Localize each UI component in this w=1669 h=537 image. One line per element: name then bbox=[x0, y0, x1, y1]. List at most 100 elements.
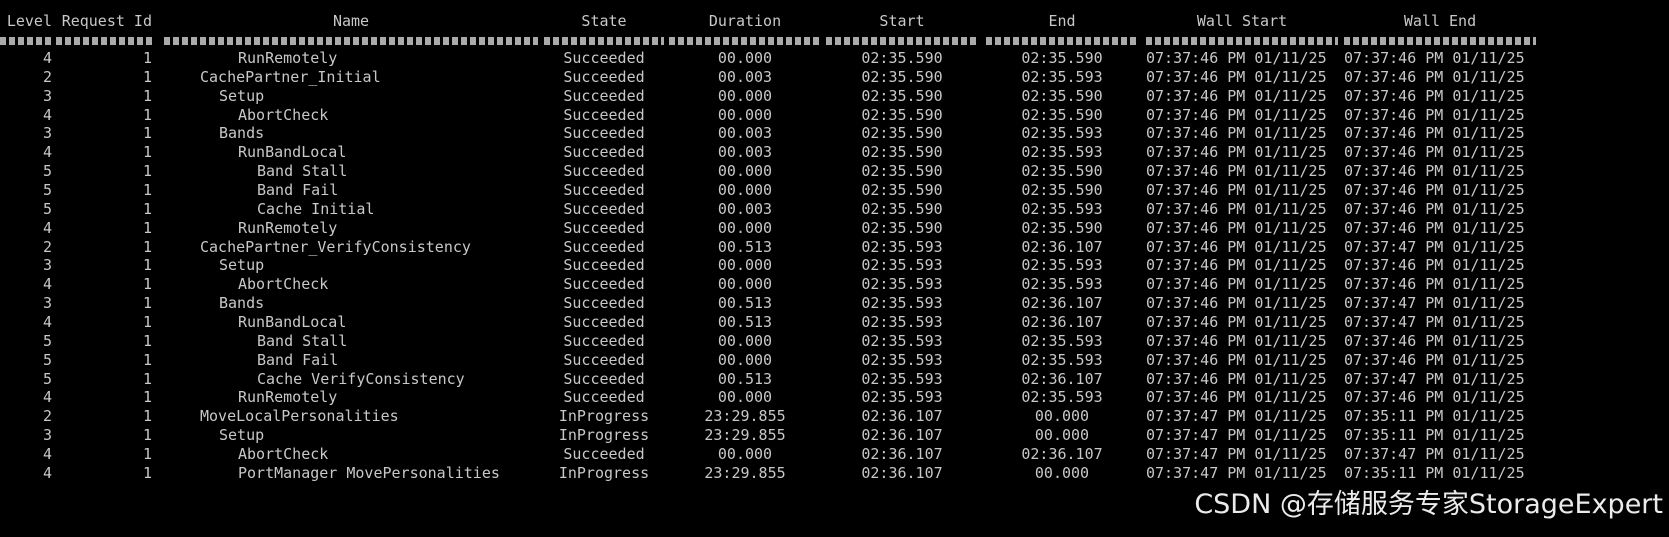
cell-state: Succeeded bbox=[563, 105, 645, 124]
table-row[interactable]: 4 1 RunRemotely Succeeded 00.000 02:35.590 02:… bbox=[0, 48, 1669, 68]
cell-name: CachePartner_VerifyConsistency bbox=[200, 237, 471, 256]
cell-wall-start: 07:37:46 PM 01/11/25 bbox=[1146, 294, 1327, 313]
cell-start: 02:35.593 bbox=[861, 331, 943, 350]
table-row[interactable]: 2 1 CachePartner_Initial Succeeded 00.003 02:… bbox=[0, 67, 1669, 87]
terminal-window[interactable]: Level Request Id Name State Duration Start End… bbox=[0, 0, 1669, 537]
cell-state: Succeeded bbox=[563, 444, 645, 463]
cell-duration: 00.003 bbox=[717, 199, 773, 218]
column-header-name: Name bbox=[332, 12, 370, 30]
cell-level: 2 bbox=[42, 237, 52, 256]
cell-level: 2 bbox=[42, 67, 52, 86]
cell-start: 02:35.590 bbox=[861, 67, 943, 86]
cell-end: 02:35.593 bbox=[1021, 256, 1103, 275]
cell-level: 4 bbox=[42, 49, 52, 67]
table-row[interactable]: 4 1 AbortCheck Succeeded 00.000 02:35.593 02:3… bbox=[0, 274, 1669, 294]
cell-name: PortManager MovePersonalities bbox=[238, 463, 500, 482]
cell-name: Band Fail bbox=[257, 181, 339, 199]
cell-wall-start: 07:37:46 PM 01/11/25 bbox=[1146, 86, 1327, 105]
cell-request-id: 1 bbox=[142, 105, 152, 124]
cell-duration: 00.000 bbox=[717, 444, 773, 463]
table-row[interactable]: 5 1 Cache Initial Succeeded 00.003 02:35.590 0… bbox=[0, 199, 1669, 219]
table-header: Level Request Id Name State Duration Start End… bbox=[0, 11, 1669, 31]
cell-state: Succeeded bbox=[563, 350, 645, 369]
cell-level: 4 bbox=[42, 463, 52, 482]
column-header-request-id: Request Id bbox=[61, 12, 152, 30]
cell-wall-start: 07:37:47 PM 01/11/25 bbox=[1146, 463, 1327, 482]
cell-name: Band Stall bbox=[257, 331, 348, 350]
table-row[interactable]: 4 1 RunBandLocal Succeeded 00.003 02:35.590 02… bbox=[0, 142, 1669, 162]
table-row[interactable]: 3 1 Setup InProgress 23:29.855 02:36.107 00.00… bbox=[0, 425, 1669, 445]
table-row[interactable]: 2 1 CachePartner_VerifyConsistency Succeede… bbox=[0, 237, 1669, 257]
cell-name: RunBandLocal bbox=[238, 312, 347, 331]
table-row[interactable]: 4 1 PortManager MovePersonalities InProgres… bbox=[0, 463, 1669, 483]
cell-end: 02:36.107 bbox=[1021, 369, 1103, 388]
cell-duration: 00.000 bbox=[717, 49, 773, 67]
table-row[interactable]: 5 1 Band Fail Succeeded 00.000 02:35.593 02:35… bbox=[0, 350, 1669, 370]
cell-level: 5 bbox=[42, 199, 52, 218]
table-row[interactable]: 3 1 Bands Succeeded 00.513 02:35.593 02:36.107… bbox=[0, 293, 1669, 313]
cell-name: RunBandLocal bbox=[238, 143, 347, 162]
table-row[interactable]: 5 1 Band Fail Succeeded 00.000 02:35.590 02:35… bbox=[0, 180, 1669, 200]
cell-name: RunRemotely bbox=[238, 218, 338, 237]
cell-start: 02:35.593 bbox=[861, 256, 943, 275]
separator-name bbox=[164, 37, 538, 45]
cell-wall-start: 07:37:46 PM 01/11/25 bbox=[1146, 237, 1327, 256]
table-row[interactable]: 5 1 Band Stall Succeeded 00.000 02:35.593 02:3… bbox=[0, 331, 1669, 351]
cell-state: Succeeded bbox=[563, 181, 645, 199]
cell-wall-start: 07:37:46 PM 01/11/25 bbox=[1146, 218, 1327, 237]
table-row[interactable]: 3 1 Setup Succeeded 00.000 02:35.590 02:35.590… bbox=[0, 86, 1669, 106]
cell-duration: 00.513 bbox=[717, 294, 773, 313]
cell-wall-end: 07:37:46 PM 01/11/25 bbox=[1344, 105, 1525, 124]
cell-request-id: 1 bbox=[142, 312, 152, 331]
table-row[interactable]: 3 1 Setup Succeeded 00.000 02:35.593 02:35.593… bbox=[0, 255, 1669, 275]
cell-end: 00.000 bbox=[1034, 426, 1090, 444]
cell-start: 02:35.593 bbox=[861, 312, 943, 331]
cell-request-id: 1 bbox=[142, 237, 152, 256]
cell-end: 00.000 bbox=[1034, 407, 1090, 426]
table-row[interactable]: 4 1 RunRemotely Succeeded 00.000 02:35.593 02:… bbox=[0, 387, 1669, 407]
cell-request-id: 1 bbox=[142, 162, 152, 181]
cell-level: 4 bbox=[42, 218, 52, 237]
cell-name: AbortCheck bbox=[238, 105, 329, 124]
cell-state: Succeeded bbox=[563, 312, 645, 331]
table-row[interactable]: 2 1 MoveLocalPersonalities InProgress 23:29.… bbox=[0, 406, 1669, 426]
cell-start: 02:35.590 bbox=[861, 181, 943, 199]
cell-wall-start: 07:37:46 PM 01/11/25 bbox=[1146, 162, 1327, 181]
cell-duration: 00.000 bbox=[717, 350, 773, 369]
separator-wall-end bbox=[1344, 37, 1536, 45]
cell-duration: 00.000 bbox=[717, 275, 773, 294]
cell-request-id: 1 bbox=[142, 86, 152, 105]
cell-wall-end: 07:37:47 PM 01/11/25 bbox=[1344, 444, 1525, 463]
cell-end: 02:35.593 bbox=[1021, 199, 1103, 218]
cell-end: 02:35.593 bbox=[1021, 275, 1103, 294]
cell-end: 02:35.593 bbox=[1021, 143, 1103, 162]
cell-end: 02:35.590 bbox=[1021, 86, 1103, 105]
column-header-duration: Duration bbox=[708, 12, 782, 30]
separator-state bbox=[544, 37, 664, 45]
cell-duration: 00.003 bbox=[717, 143, 773, 162]
cell-end: 02:35.590 bbox=[1021, 49, 1103, 67]
cell-request-id: 1 bbox=[142, 49, 152, 67]
column-header-level: Level bbox=[6, 12, 52, 30]
cell-request-id: 1 bbox=[142, 199, 152, 218]
table-row[interactable]: 4 1 RunBandLocal Succeeded 00.513 02:35.593 02… bbox=[0, 312, 1669, 332]
cell-start: 02:35.593 bbox=[861, 369, 943, 388]
table-row[interactable]: 4 1 AbortCheck Succeeded 00.000 02:35.590 02:3… bbox=[0, 105, 1669, 125]
cell-wall-end: 07:37:46 PM 01/11/25 bbox=[1344, 350, 1525, 369]
table-row[interactable]: 3 1 Bands Succeeded 00.003 02:35.590 02:35.593… bbox=[0, 123, 1669, 143]
table-row[interactable]: 5 1 Band Stall Succeeded 00.000 02:35.590 02:3… bbox=[0, 161, 1669, 181]
cell-duration: 00.000 bbox=[717, 162, 773, 181]
cell-name: AbortCheck bbox=[238, 444, 329, 463]
cell-wall-end: 07:37:46 PM 01/11/25 bbox=[1344, 49, 1525, 67]
cell-end: 02:35.590 bbox=[1021, 162, 1103, 181]
cell-level: 4 bbox=[42, 275, 52, 294]
cell-state: Succeeded bbox=[563, 143, 645, 162]
table-row[interactable]: 4 1 RunRemotely Succeeded 00.000 02:35.590 02:… bbox=[0, 218, 1669, 238]
column-header-wall-end: Wall End bbox=[1403, 12, 1477, 30]
cell-name: Cache VerifyConsistency bbox=[257, 369, 465, 388]
cell-wall-end: 07:37:47 PM 01/11/25 bbox=[1344, 294, 1525, 313]
cell-wall-end: 07:37:46 PM 01/11/25 bbox=[1344, 256, 1525, 275]
table-row[interactable]: 4 1 AbortCheck Succeeded 00.000 02:36.107 02:3… bbox=[0, 444, 1669, 464]
cell-name: Setup bbox=[219, 426, 265, 444]
table-row[interactable]: 5 1 Cache VerifyConsistency Succeeded 00.513… bbox=[0, 369, 1669, 389]
